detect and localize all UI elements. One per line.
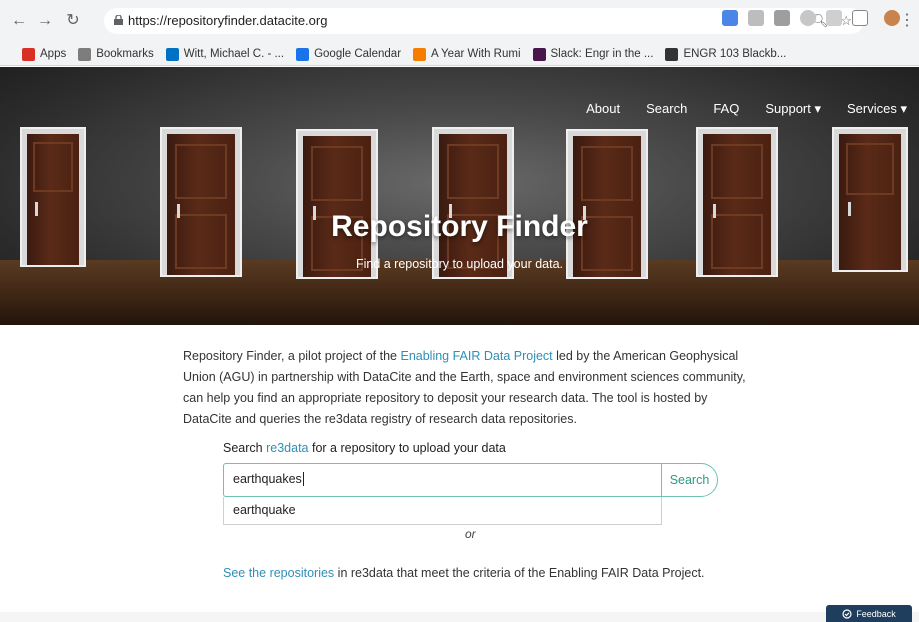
- back-icon[interactable]: ←: [8, 10, 30, 32]
- page-footer-bar: [0, 612, 919, 622]
- door-image: [20, 127, 86, 267]
- page-subtitle: Find a repository to upload your data.: [355, 257, 564, 271]
- blackboard-icon: [665, 47, 679, 61]
- profile-avatar[interactable]: [884, 10, 900, 26]
- search-label: Search re3data for a repository to uploa…: [223, 441, 506, 455]
- or-divider: or: [465, 527, 476, 541]
- bookmark-blackboard[interactable]: ENGR 103 Blackb...: [665, 47, 786, 61]
- extension-icon[interactable]: [748, 10, 764, 26]
- bookmark-rumi[interactable]: A Year With Rumi: [413, 47, 521, 61]
- door-image: [832, 127, 908, 272]
- enabling-fair-link[interactable]: Enabling FAIR Data Project: [400, 349, 552, 363]
- reload-icon[interactable]: ↻: [62, 10, 84, 32]
- extension-icon[interactable]: [826, 10, 842, 26]
- bookmark-outlook[interactable]: Witt, Michael C. - ...: [165, 47, 284, 61]
- feedback-button[interactable]: Feedback: [826, 605, 912, 622]
- intro-text: Repository Finder, a pilot project of th…: [183, 349, 746, 426]
- search-input[interactable]: earthquakes: [223, 463, 662, 497]
- nav-search[interactable]: Search: [646, 101, 687, 117]
- forward-icon[interactable]: →: [34, 10, 56, 32]
- nav-support[interactable]: Support ▾: [765, 101, 821, 117]
- folder-icon: [78, 47, 92, 61]
- url-text: https://repositoryfinder.datacite.org: [128, 13, 328, 28]
- re3data-link[interactable]: re3data: [266, 441, 308, 455]
- see-repositories-link[interactable]: See the repositories: [223, 566, 334, 580]
- check-circle-icon: [842, 608, 852, 619]
- hero-banner: About Search FAQ Support ▾ Services ▾ Re…: [0, 67, 919, 325]
- blogger-icon: [413, 47, 427, 61]
- bookmark-calendar[interactable]: Google Calendar: [296, 47, 401, 61]
- text-cursor: [302, 472, 304, 486]
- see-repositories-text: See the repositories in re3data that mee…: [223, 566, 705, 580]
- nav-faq[interactable]: FAQ: [713, 101, 739, 117]
- page-title: Repository Finder: [331, 210, 588, 243]
- extension-icon[interactable]: [774, 10, 790, 26]
- lock-icon: [114, 15, 123, 25]
- browser-chrome: ← → ↻ https://repositoryfinder.datacite.…: [0, 0, 919, 66]
- door-image: [696, 127, 778, 277]
- autocomplete-suggestion[interactable]: earthquake: [223, 497, 662, 525]
- slack-icon: [532, 47, 546, 61]
- extension-icon[interactable]: [800, 10, 816, 26]
- cast-icon[interactable]: [852, 10, 868, 26]
- bookmarks-bar: Apps Bookmarks Witt, Michael C. - ... Go…: [0, 42, 919, 66]
- site-nav: About Search FAQ Support ▾ Services ▾: [586, 101, 907, 117]
- bookmark-apps[interactable]: Apps: [22, 47, 66, 61]
- bookmark-slack[interactable]: Slack: Engr in the ...: [532, 47, 653, 61]
- extension-icon[interactable]: [722, 10, 738, 26]
- star-icon[interactable]: ☆: [840, 13, 852, 29]
- search-button[interactable]: Search: [661, 463, 718, 497]
- apps-grid-icon: [22, 47, 35, 61]
- menu-icon[interactable]: ⋮: [899, 10, 915, 32]
- door-image: [160, 127, 242, 277]
- outlook-icon: [165, 47, 179, 61]
- nav-services[interactable]: Services ▾: [847, 101, 907, 117]
- calendar-icon: [296, 47, 310, 61]
- bookmark-folder[interactable]: Bookmarks: [78, 47, 154, 61]
- nav-about[interactable]: About: [586, 101, 620, 117]
